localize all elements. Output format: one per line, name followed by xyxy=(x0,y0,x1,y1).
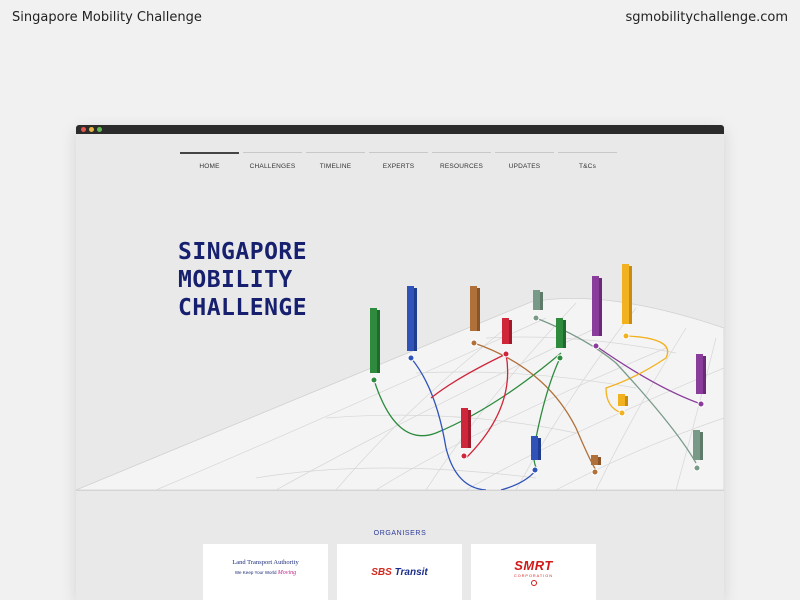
lta-logo-card[interactable]: Land Transport Authority We Keep Your Wo… xyxy=(203,544,328,600)
minimize-window-button[interactable] xyxy=(89,127,94,132)
organisers-heading: ORGANISERS xyxy=(373,530,427,537)
browser-window: HOME CHALLENGES TIMELINE EXPERTS RESOURC… xyxy=(76,125,724,600)
lta-logo-name: Land Transport Authority xyxy=(232,559,299,566)
lta-logo-tagline: We Keep Your World Moving xyxy=(216,570,316,576)
lta-tagline-text: We Keep Your World xyxy=(234,570,277,575)
smrt-emblem-icon xyxy=(530,580,537,586)
isometric-mobility-map xyxy=(76,264,724,490)
smrt-logo-name: SMRT xyxy=(514,558,553,573)
site-name-caption: Singapore Mobility Challenge xyxy=(12,10,202,25)
map-surface xyxy=(76,297,724,490)
close-window-button[interactable] xyxy=(81,127,86,132)
nav-tcs[interactable]: T&Cs xyxy=(558,152,617,170)
nav-resources[interactable]: RESOURCES xyxy=(432,152,491,170)
pillar-green-1 xyxy=(370,308,380,384)
nav-experts[interactable]: EXPERTS xyxy=(369,152,428,170)
webpage: HOME CHALLENGES TIMELINE EXPERTS RESOURC… xyxy=(76,134,724,600)
nav-updates[interactable]: UPDATES xyxy=(495,152,554,170)
nav-timeline[interactable]: TIMELINE xyxy=(306,152,365,170)
maximize-window-button[interactable] xyxy=(97,127,102,132)
pillar-blue-1 xyxy=(407,286,417,362)
section-divider xyxy=(76,490,724,491)
site-url-caption: sgmobilitychallenge.com xyxy=(625,10,788,25)
lta-tagline-moving: Moving xyxy=(277,570,297,576)
sbs-transit-logo: SBS Transit xyxy=(371,567,428,578)
main-nav: HOME CHALLENGES TIMELINE EXPERTS RESOURC… xyxy=(180,152,617,170)
browser-titlebar xyxy=(76,125,724,134)
lta-logo: Land Transport Authority We Keep Your Wo… xyxy=(216,557,316,587)
smrt-logo-sub: CORPORATION xyxy=(514,574,553,578)
nav-challenges[interactable]: CHALLENGES xyxy=(243,152,302,170)
transit-logo-part: Transit xyxy=(394,566,428,578)
nav-home[interactable]: HOME xyxy=(180,152,239,170)
sbs-transit-logo-card[interactable]: SBS Transit xyxy=(337,544,462,600)
sbs-logo-part: SBS xyxy=(371,566,392,578)
smrt-logo: SMRT CORPORATION xyxy=(514,558,553,586)
smrt-logo-card[interactable]: SMRT CORPORATION xyxy=(471,544,596,600)
